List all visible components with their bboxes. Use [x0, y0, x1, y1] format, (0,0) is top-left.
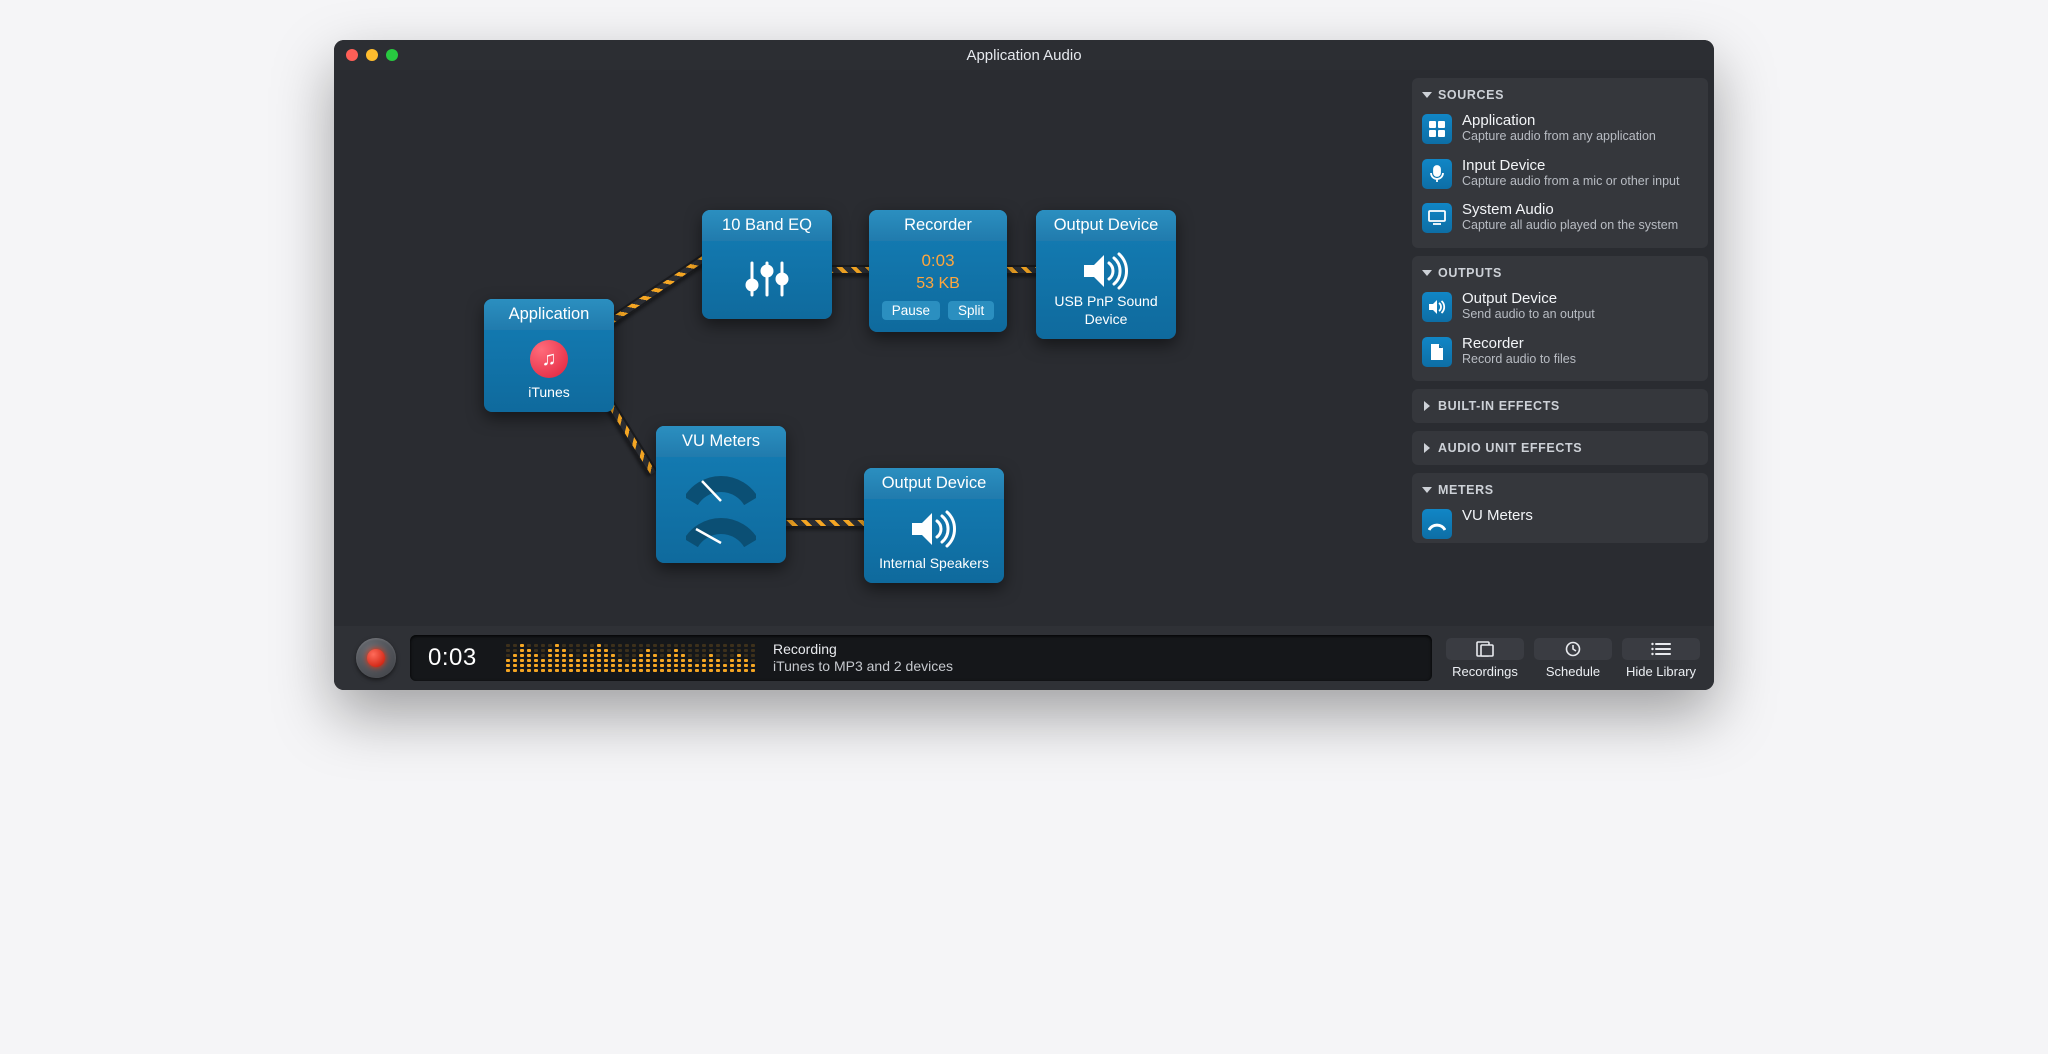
library-item-desc: Record audio to files	[1462, 352, 1576, 368]
recordings-button[interactable]: Recordings	[1446, 638, 1524, 679]
library-item-title: System Audio	[1462, 201, 1678, 218]
titlebar: Application Audio	[334, 40, 1714, 70]
minimize-window-button[interactable]	[366, 49, 378, 61]
panel-header-label: SOURCES	[1438, 88, 1504, 102]
library-item-system-audio[interactable]: System Audio Capture all audio played on…	[1420, 197, 1700, 238]
speaker-icon	[1422, 292, 1452, 322]
chevron-right-icon	[1422, 443, 1432, 453]
panel-outputs: OUTPUTS Output Device Send audio to an o…	[1412, 256, 1708, 381]
eq-sliders-icon	[742, 259, 792, 299]
zoom-window-button[interactable]	[386, 49, 398, 61]
panel-header-label: OUTPUTS	[1438, 266, 1502, 280]
recorder-size: 53 KB	[916, 275, 960, 293]
node-title: VU Meters	[656, 426, 786, 457]
library-item-output-device[interactable]: Output Device Send audio to an output	[1420, 286, 1700, 327]
app-window: Application Audio Application ♫ iTunes	[334, 40, 1714, 690]
chevron-down-icon	[1422, 268, 1432, 278]
node-subtitle: Internal Speakers	[879, 555, 989, 571]
panel-sources: SOURCES Application Capture audio from a…	[1412, 78, 1708, 248]
routing-canvas[interactable]: Application ♫ iTunes 10 Band EQ	[334, 70, 1404, 626]
node-output-usb[interactable]: Output Device USB PnP Sound Device	[1036, 210, 1176, 339]
library-sidebar[interactable]: SOURCES Application Capture audio from a…	[1404, 70, 1714, 626]
panel-header-au-effects[interactable]: AUDIO UNIT EFFECTS	[1412, 431, 1708, 465]
status-lcd: 0:03 Recording iTunes to MP3 and 2 devic…	[410, 635, 1432, 681]
node-vu-meters[interactable]: VU Meters	[656, 426, 786, 563]
footer: 0:03 Recording iTunes to MP3 and 2 devic…	[334, 626, 1714, 690]
traffic-lights	[346, 49, 398, 61]
node-title: Application	[484, 299, 614, 330]
itunes-icon: ♫	[530, 340, 568, 378]
library-item-input-device[interactable]: Input Device Capture audio from a mic or…	[1420, 153, 1700, 194]
vu-meter-icon	[686, 471, 756, 505]
library-item-title: VU Meters	[1462, 507, 1533, 524]
app-icon	[1422, 114, 1452, 144]
library-item-desc: Capture audio from a mic or other input	[1462, 174, 1679, 190]
panel-audio-unit-effects: AUDIO UNIT EFFECTS	[1412, 431, 1708, 465]
recorder-pause-button[interactable]: Pause	[882, 301, 940, 320]
clock-icon	[1534, 638, 1612, 660]
close-window-button[interactable]	[346, 49, 358, 61]
library-item-title: Input Device	[1462, 157, 1679, 174]
mic-icon	[1422, 159, 1452, 189]
library-item-title: Application	[1462, 112, 1656, 129]
footer-buttons: Recordings Schedule Hide Library	[1446, 638, 1700, 679]
node-subtitle: iTunes	[528, 384, 570, 400]
library-item-recorder[interactable]: Recorder Record audio to files	[1420, 331, 1700, 372]
panel-header-label: BUILT-IN EFFECTS	[1438, 399, 1560, 413]
node-subtitle: Device	[1085, 311, 1128, 327]
recorder-time: 0:03	[921, 251, 954, 271]
library-item-vu-meters[interactable]: VU Meters	[1420, 503, 1700, 543]
monitor-icon	[1422, 203, 1452, 233]
record-button[interactable]	[356, 638, 396, 678]
list-icon	[1622, 638, 1700, 660]
vu-meter-icon	[686, 513, 756, 547]
record-indicator-icon	[367, 649, 385, 667]
panel-header-meters[interactable]: METERS	[1420, 479, 1700, 503]
footer-button-label: Hide Library	[1622, 664, 1700, 679]
level-meter-icon	[506, 644, 755, 672]
recorder-split-button[interactable]: Split	[948, 301, 994, 320]
footer-button-label: Recordings	[1446, 664, 1524, 679]
library-item-desc: Capture audio from any application	[1462, 129, 1656, 145]
chevron-right-icon	[1422, 401, 1432, 411]
panel-meters: METERS VU Meters	[1412, 473, 1708, 543]
node-title: Output Device	[1036, 210, 1176, 241]
library-item-title: Output Device	[1462, 290, 1595, 307]
node-eq[interactable]: 10 Band EQ	[702, 210, 832, 319]
speaker-icon	[1082, 251, 1130, 291]
library-item-desc: Capture all audio played on the system	[1462, 218, 1678, 234]
speaker-icon	[910, 509, 958, 549]
chevron-down-icon	[1422, 485, 1432, 495]
cable	[774, 518, 874, 528]
panel-header-outputs[interactable]: OUTPUTS	[1420, 262, 1700, 286]
schedule-button[interactable]: Schedule	[1534, 638, 1612, 679]
lcd-time: 0:03	[428, 644, 488, 672]
library-item-title: Recorder	[1462, 335, 1576, 352]
status-line-2: iTunes to MP3 and 2 devices	[773, 658, 953, 676]
panel-header-label: METERS	[1438, 483, 1494, 497]
footer-button-label: Schedule	[1534, 664, 1612, 679]
node-recorder[interactable]: Recorder 0:03 53 KB Pause Split	[869, 210, 1007, 332]
panel-header-label: AUDIO UNIT EFFECTS	[1438, 441, 1582, 455]
recordings-icon	[1446, 638, 1524, 660]
node-title: Output Device	[864, 468, 1004, 499]
chevron-down-icon	[1422, 90, 1432, 100]
panel-header-builtin-effects[interactable]: BUILT-IN EFFECTS	[1412, 389, 1708, 423]
panel-builtin-effects: BUILT-IN EFFECTS	[1412, 389, 1708, 423]
window-title: Application Audio	[334, 47, 1714, 64]
status-line-1: Recording	[773, 641, 953, 659]
node-title: 10 Band EQ	[702, 210, 832, 241]
panel-header-sources[interactable]: SOURCES	[1420, 84, 1700, 108]
hide-library-button[interactable]: Hide Library	[1622, 638, 1700, 679]
node-application[interactable]: Application ♫ iTunes	[484, 299, 614, 412]
node-title: Recorder	[869, 210, 1007, 241]
file-icon	[1422, 337, 1452, 367]
library-item-application[interactable]: Application Capture audio from any appli…	[1420, 108, 1700, 149]
node-subtitle: USB PnP Sound	[1054, 293, 1157, 309]
library-item-desc: Send audio to an output	[1462, 307, 1595, 323]
node-output-internal[interactable]: Output Device Internal Speakers	[864, 468, 1004, 583]
vu-meter-icon	[1422, 509, 1452, 539]
